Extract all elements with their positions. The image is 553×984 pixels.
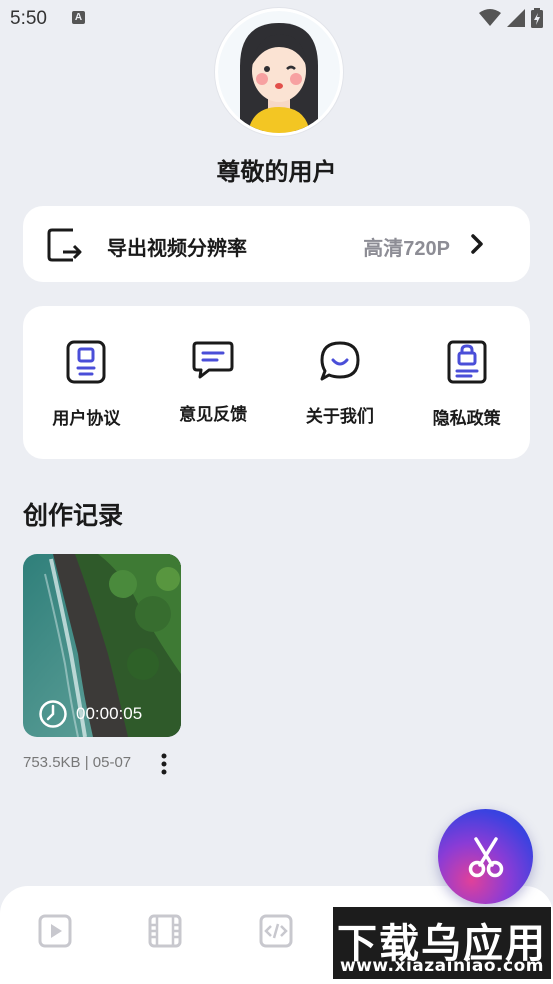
record-thumbnail[interactable]: 00:00:05 — [23, 554, 181, 737]
clock-icon — [39, 700, 67, 728]
menu-item-label: 关于我们 — [305, 407, 374, 426]
export-icon — [47, 228, 82, 262]
menu-item-label: 隐私政策 — [432, 409, 501, 428]
record-duration: 00:00:05 — [38, 699, 142, 729]
record-duration-text: 00:00:05 — [76, 704, 143, 723]
signal-icon — [507, 9, 525, 27]
avatar[interactable] — [215, 8, 343, 136]
more-vertical-icon[interactable] — [159, 753, 169, 775]
record-meta: 753.5KB | 05-07 — [23, 754, 132, 771]
chevron-right-icon — [471, 234, 483, 254]
film-icon[interactable] — [148, 914, 182, 948]
records-title: 创作记录 — [23, 502, 124, 530]
user-agreement-icon — [66, 340, 106, 384]
username: 尊敬的用户 — [216, 159, 337, 186]
export-resolution-value: 高清720P — [363, 238, 450, 260]
menu-item-label: 用户协议 — [52, 409, 121, 428]
code-icon[interactable] — [259, 914, 293, 948]
menu-card: 用户协议 意见反馈 关于我们 隐私政策 — [23, 306, 530, 459]
menu-item-about-us[interactable]: 关于我们 — [280, 306, 400, 459]
menu-item-label: 意见反馈 — [179, 405, 248, 424]
about-us-icon — [320, 341, 360, 381]
privacy-policy-icon — [447, 340, 487, 384]
play-icon[interactable] — [38, 914, 72, 948]
feedback-icon — [192, 341, 234, 379]
avatar-illustration — [218, 11, 340, 133]
menu-item-user-agreement[interactable]: 用户协议 — [26, 306, 146, 459]
export-resolution-label: 导出视频分辨率 — [107, 238, 247, 260]
scissors-icon — [468, 836, 503, 877]
create-video-button[interactable] — [438, 809, 533, 904]
export-resolution-row[interactable]: 导出视频分辨率 高清720P — [23, 206, 530, 282]
status-time: 5:50 — [10, 8, 47, 29]
battery-icon — [531, 8, 543, 28]
menu-item-privacy-policy[interactable]: 隐私政策 — [407, 306, 527, 459]
menu-item-feedback[interactable]: 意见反馈 — [153, 306, 273, 459]
notification-icon: A — [72, 11, 85, 24]
wifi-icon — [479, 9, 501, 26]
watermark-url: www.xiazainiao.com — [340, 956, 544, 976]
watermark: 下载乌应用 www.xiazainiao.com — [333, 907, 551, 979]
